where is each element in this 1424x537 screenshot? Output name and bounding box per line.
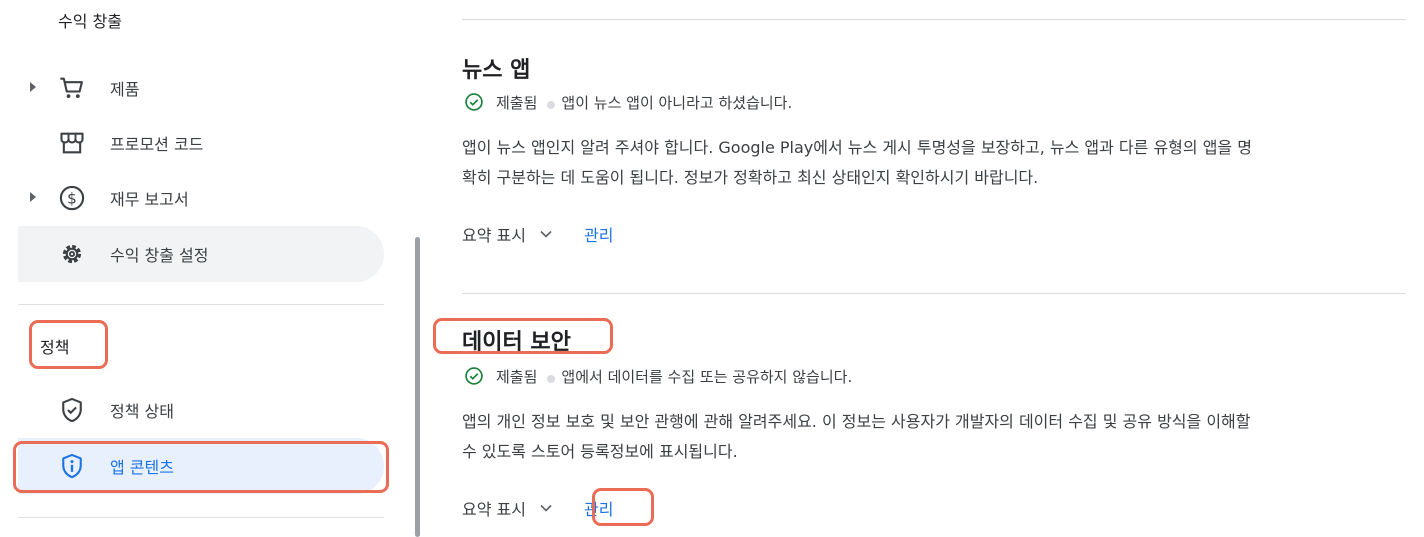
sidebar-item-label: 수익 창출 설정	[110, 246, 209, 265]
description-line: 앱이 뉴스 앱인지 알려 주셔야 합니다. Google Play에서 뉴스 게…	[462, 138, 1252, 157]
svg-text:$: $	[67, 189, 77, 207]
sidebar-divider	[18, 304, 384, 305]
section-divider	[462, 19, 1406, 20]
check-circle-icon	[465, 367, 483, 385]
show-summary-button[interactable]: 요약 표시	[462, 496, 526, 520]
manage-link[interactable]: 관리	[584, 222, 613, 246]
main-content: 뉴스 앱 제출됨 앱이 뉴스 앱이 아니라고 하셨습니다. 앱이 뉴스 앱인지 …	[433, 0, 1424, 530]
sidebar-item-app-content[interactable]: 앱 콘텐츠	[18, 438, 384, 494]
monetize-section-title: 수익 창출	[58, 12, 122, 31]
gear-icon	[62, 244, 82, 264]
sidebar-item-financial-reports[interactable]: $ 재무 보고서	[18, 170, 384, 226]
news-app-actions: 요약 표시 관리	[462, 220, 613, 248]
expand-caret-icon[interactable]	[30, 82, 36, 92]
sidebar-item-label: 프로모션 코드	[110, 135, 204, 154]
policy-section-header: 정책	[40, 338, 70, 357]
status-label: 제출됨	[496, 367, 538, 386]
sidebar-item-policy-status[interactable]: 정책 상태	[18, 382, 384, 438]
chevron-down-icon[interactable]	[536, 224, 556, 244]
status-detail: 앱이 뉴스 앱이 아니라고 하셨습니다.	[561, 93, 793, 112]
cart-icon	[60, 77, 83, 99]
data-safety-status: 제출됨 앱에서 데이터를 수집 또는 공유하지 않습니다.	[464, 364, 852, 388]
sidebar-item-label: 정책 상태	[110, 402, 174, 421]
show-summary-button[interactable]: 요약 표시	[462, 222, 526, 246]
check-circle-icon	[465, 93, 483, 111]
data-safety-actions: 요약 표시 관리	[462, 494, 613, 522]
news-app-status: 제출됨 앱이 뉴스 앱이 아니라고 하셨습니다.	[464, 90, 792, 114]
sidebar-item-promo-codes[interactable]: 프로모션 코드	[18, 115, 384, 171]
sidebar: 수익 창출 제품 프로모션 코드 $ 재무 보고서 수익 창출 설정 정책 정책…	[0, 0, 400, 530]
expand-caret-icon[interactable]	[30, 192, 36, 202]
manage-link[interactable]: 관리	[584, 496, 613, 520]
news-app-title: 뉴스 앱	[462, 58, 531, 83]
scrollbar[interactable]	[415, 237, 420, 537]
chevron-down-icon[interactable]	[536, 498, 556, 518]
description-line: 수 있도록 스토어 등록정보에 표시됩니다.	[462, 442, 738, 461]
sidebar-item-label: 재무 보고서	[110, 190, 189, 209]
sidebar-item-monetization-settings[interactable]: 수익 창출 설정	[18, 226, 384, 282]
status-detail: 앱에서 데이터를 수집 또는 공유하지 않습니다.	[561, 367, 853, 386]
sidebar-item-products[interactable]: 제품	[18, 60, 384, 116]
status-label: 제출됨	[496, 93, 538, 112]
sidebar-divider	[18, 517, 384, 518]
description-line: 앱의 개인 정보 보호 및 보안 관행에 관해 알려주세요. 이 정보는 사용자…	[462, 412, 1251, 431]
data-safety-description: 앱의 개인 정보 보호 및 보안 관행에 관해 알려주세요. 이 정보는 사용자…	[462, 407, 1382, 467]
sidebar-item-label: 제품	[110, 80, 140, 99]
separator-dot-icon	[547, 101, 556, 109]
shield-info-icon	[62, 453, 82, 479]
store-icon	[60, 132, 84, 154]
separator-dot-icon	[547, 375, 556, 383]
shield-check-icon	[62, 397, 82, 423]
section-divider	[462, 293, 1406, 294]
data-safety-title: 데이터 보안	[462, 330, 571, 355]
dollar-icon: $	[59, 185, 85, 211]
news-app-description: 앱이 뉴스 앱인지 알려 주셔야 합니다. Google Play에서 뉴스 게…	[462, 133, 1382, 193]
sidebar-item-label: 앱 콘텐츠	[110, 458, 174, 477]
description-line: 확히 구분하는 데 도움이 됩니다. 정보가 정확하고 최신 상태인지 확인하시…	[462, 168, 1039, 187]
